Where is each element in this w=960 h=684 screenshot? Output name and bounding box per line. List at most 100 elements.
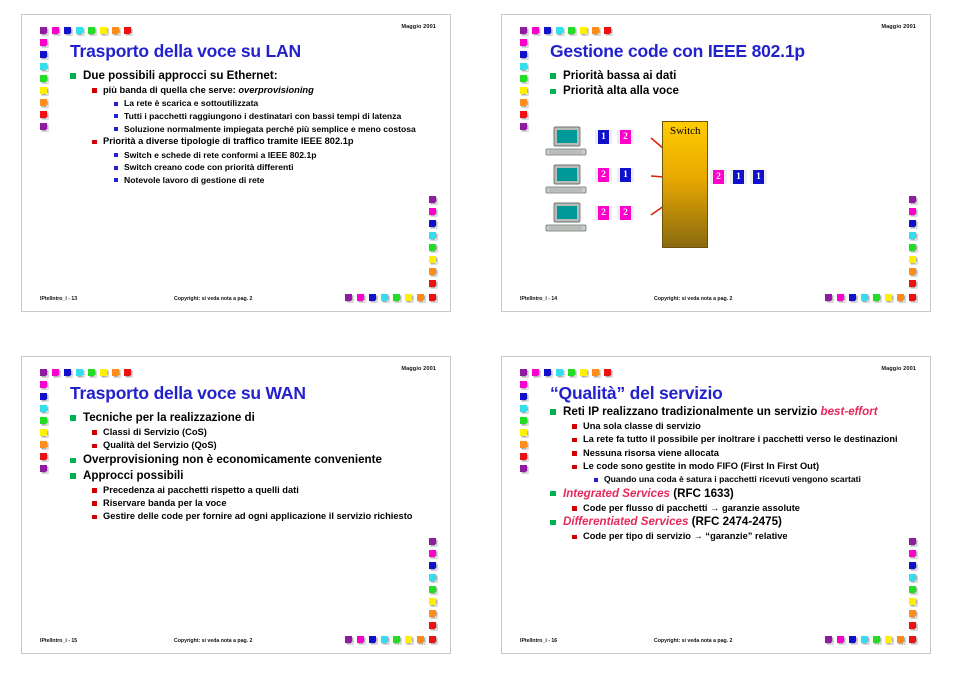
bullet-text: Una sola classe di servizio — [583, 420, 701, 431]
bullet-marker-red — [92, 443, 97, 449]
slide-date: Maggio 2001 — [401, 24, 436, 30]
decor-square-right-4 — [909, 244, 917, 252]
decor-square-right-4 — [909, 586, 917, 594]
decor-square-right-3 — [909, 574, 917, 582]
decor-square-col-3 — [40, 63, 48, 71]
decor-square-right-3 — [429, 574, 437, 582]
decor-square-col-7 — [520, 111, 528, 119]
switch-label: Switch — [670, 125, 701, 137]
slide-body: Tecniche per la realizzazione di Classi … — [56, 409, 440, 522]
decor-square-foot-4 — [873, 294, 881, 302]
host-computer-icon — [545, 126, 587, 156]
decor-square-right-7 — [909, 622, 917, 630]
bullet-l2: Le code sono gestite in modo FIFO (First… — [572, 461, 920, 472]
decor-square-col-4 — [40, 75, 48, 83]
slide-14[interactable]: Maggio 2001 Gestione code con IEEE 802.1… — [501, 14, 931, 312]
decor-square-right-6 — [909, 268, 917, 276]
slide-16[interactable]: Maggio 2001 “Qualità” del servizio Reti … — [501, 356, 931, 654]
decor-square-col-1 — [40, 39, 48, 47]
decor-square-col-8 — [40, 123, 48, 131]
bullet-l2: La rete fa tutto il possibile per inoltr… — [572, 434, 920, 445]
decor-square-foot-1 — [837, 636, 845, 644]
bullet-text: Due possibili approcci su Ethernet: — [83, 69, 278, 82]
bullet-marker-blue — [594, 477, 598, 482]
bullet-marker-green — [550, 490, 556, 497]
decor-square-foot-5 — [885, 294, 893, 302]
packet-out: 1 — [750, 170, 767, 184]
decor-square-right-3 — [909, 232, 917, 240]
decor-square-foot-6 — [897, 636, 905, 644]
decor-square-foot-0 — [825, 636, 833, 644]
slide-13[interactable]: Maggio 2001 Trasporto della voce su LAN … — [21, 14, 451, 312]
decor-square-right-0 — [909, 196, 917, 204]
bullet-l3: Soluzione normalmente impiegata perché p… — [114, 124, 440, 134]
bullet-text: Priorità alta alla voce — [563, 84, 679, 98]
decor-square-col-6 — [520, 441, 528, 449]
bullet-text: Reti IP realizzano tradizionalmente un s… — [563, 405, 821, 418]
decor-square-7 — [604, 369, 612, 377]
slide-cell-2: Maggio 2001 Gestione code con IEEE 802.1… — [480, 0, 960, 342]
decor-square-foot-1 — [357, 294, 365, 302]
bullet-text: Priorità a diverse tipologie di traffico… — [103, 136, 354, 147]
bullet-text: Classi di Servizio (CoS) — [103, 426, 207, 437]
bullet-text: Nessuna risorsa viene allocata — [583, 447, 719, 458]
bullet-text: Quando una coda è satura i pacchetti ric… — [604, 474, 861, 485]
bullet-marker-green — [550, 73, 556, 79]
bullet-l3: Notevole lavoro di gestione di rete — [114, 175, 440, 185]
decor-square-5 — [100, 369, 108, 377]
bullet-text: (RFC 2474-2475) — [688, 515, 782, 529]
bullet-l2: Priorità a diverse tipologie di traffico… — [92, 136, 440, 147]
decor-square-col-8 — [520, 123, 528, 131]
decor-square-foot-7 — [909, 294, 917, 302]
decor-square-col-2 — [40, 51, 48, 59]
bullet-l2: Riservare banda per la voce — [92, 498, 440, 509]
decor-square-7 — [124, 27, 132, 35]
packet-out: 2 — [710, 170, 727, 184]
bullet-text: La rete fa tutto il possibile per inoltr… — [583, 434, 898, 445]
bullet-marker-red — [572, 437, 577, 443]
decor-top-row — [520, 27, 612, 35]
slide-15[interactable]: Maggio 2001 Trasporto della voce su WAN … — [21, 356, 451, 654]
decor-footer-row — [825, 636, 917, 644]
decor-square-foot-2 — [849, 636, 857, 644]
packet-in: 2 — [617, 130, 634, 144]
decor-top-row — [40, 369, 132, 377]
bullet-l1: Due possibili approcci su Ethernet: — [70, 69, 440, 82]
decor-square-foot-1 — [357, 636, 365, 644]
bullet-text: Overprovisioning non è economicamente co… — [83, 453, 382, 467]
flow-arrow — [650, 186, 693, 216]
packet-in: 1 — [595, 130, 612, 144]
decor-square-right-0 — [429, 538, 437, 546]
bullet-text-italic: overprovisioning — [238, 84, 314, 95]
decor-square-foot-1 — [837, 294, 845, 302]
decor-square-foot-5 — [405, 294, 413, 302]
decor-square-col-5 — [520, 87, 528, 95]
flow-arrow — [650, 173, 693, 183]
bullet-l2: Qualità del Servizio (QoS) — [92, 440, 440, 451]
decor-square-6 — [112, 369, 120, 377]
slide-sheet: Maggio 2001 Trasporto della voce su LAN … — [0, 0, 960, 684]
copyright-note: Copyright: si veda nota a pag. 2 — [654, 296, 733, 302]
decor-top-row — [520, 369, 612, 377]
decor-square-right-4 — [429, 586, 437, 594]
decor-square-col-7 — [40, 111, 48, 119]
decor-square-col-2 — [520, 51, 528, 59]
bullet-marker-green — [550, 88, 556, 95]
decor-right-col — [909, 538, 917, 630]
decor-square-foot-0 — [345, 294, 353, 302]
page-title: Gestione code con IEEE 802.1p — [550, 41, 805, 61]
bullet-marker-red — [92, 488, 97, 493]
decor-square-col-5 — [40, 87, 48, 95]
decor-square-col-4 — [40, 417, 48, 425]
slide-number: IPtelIntro_i - 14 — [520, 296, 558, 302]
bullet-text: Qualità del Servizio (QoS) — [103, 440, 217, 451]
bullet-text: Notevole lavoro di gestione di rete — [124, 174, 265, 185]
packet-in: 2 — [595, 206, 612, 220]
decor-square-3 — [76, 27, 84, 35]
bullet-marker-red — [572, 534, 577, 540]
decor-right-col — [909, 196, 917, 288]
decor-square-foot-5 — [885, 636, 893, 644]
bullet-text: Gestire delle code per fornire ad ogni a… — [103, 511, 413, 522]
bullet-marker-green — [70, 73, 76, 79]
bullet-l1: Reti IP realizzano tradizionalmente un s… — [550, 405, 920, 418]
